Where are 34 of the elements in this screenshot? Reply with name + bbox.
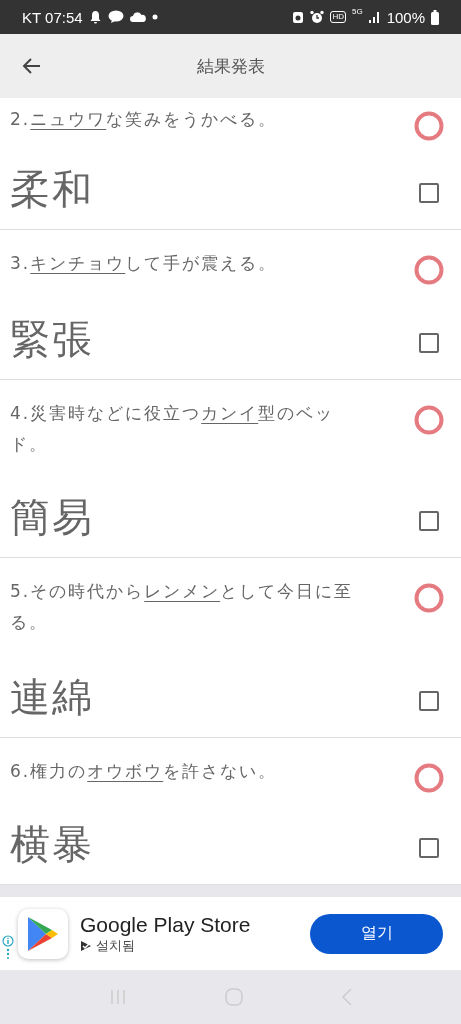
- info-icon[interactable]: [2, 935, 14, 959]
- page-title: 結果発表: [195, 54, 266, 78]
- checkbox[interactable]: [419, 838, 439, 858]
- chat-bubble-icon: [107, 10, 124, 24]
- question-text: 4.災害時などに役立つ カンイ 型のベッド。: [10, 402, 336, 456]
- signal-icon: [368, 11, 381, 23]
- answer-text: 横暴: [10, 820, 95, 869]
- checkbox[interactable]: [419, 691, 439, 711]
- alarm-clock-icon: [310, 10, 325, 24]
- installed-icon: [80, 939, 92, 952]
- question-text: 3.キンチョウ して手が震える。: [10, 252, 279, 275]
- recycle-box-icon: [292, 10, 305, 24]
- bell-icon: [88, 10, 102, 24]
- network-type-icon: 5G: [351, 7, 363, 16]
- ad-status: 설치됨: [96, 936, 135, 955]
- hd-icon: HD: [330, 11, 346, 23]
- question-text: 5.その時代から レンメン として今日に至る。: [10, 580, 355, 634]
- checkbox[interactable]: [419, 511, 439, 531]
- status-time: KT 07:54: [22, 8, 83, 26]
- answer-text: 緊張: [10, 315, 95, 364]
- question-text: 6.権力の オウボウ を許さない。: [10, 760, 279, 783]
- app-icon: [18, 908, 68, 959]
- ad-title: Google Play Store: [80, 912, 252, 937]
- dot-icon: [151, 14, 158, 20]
- checkbox[interactable]: [419, 183, 439, 203]
- question-text: 2.ニュウワ な笑みをうかべる。: [10, 108, 279, 131]
- battery-icon: [431, 9, 439, 25]
- cloud-icon: [129, 12, 146, 22]
- battery-percent: 100%: [386, 8, 425, 26]
- answer-text: 柔和: [10, 165, 95, 214]
- answer-text: 連綿: [10, 673, 95, 722]
- open-button[interactable]: 열기: [310, 913, 443, 954]
- checkbox[interactable]: [419, 333, 439, 353]
- answer-text: 簡易: [10, 493, 95, 542]
